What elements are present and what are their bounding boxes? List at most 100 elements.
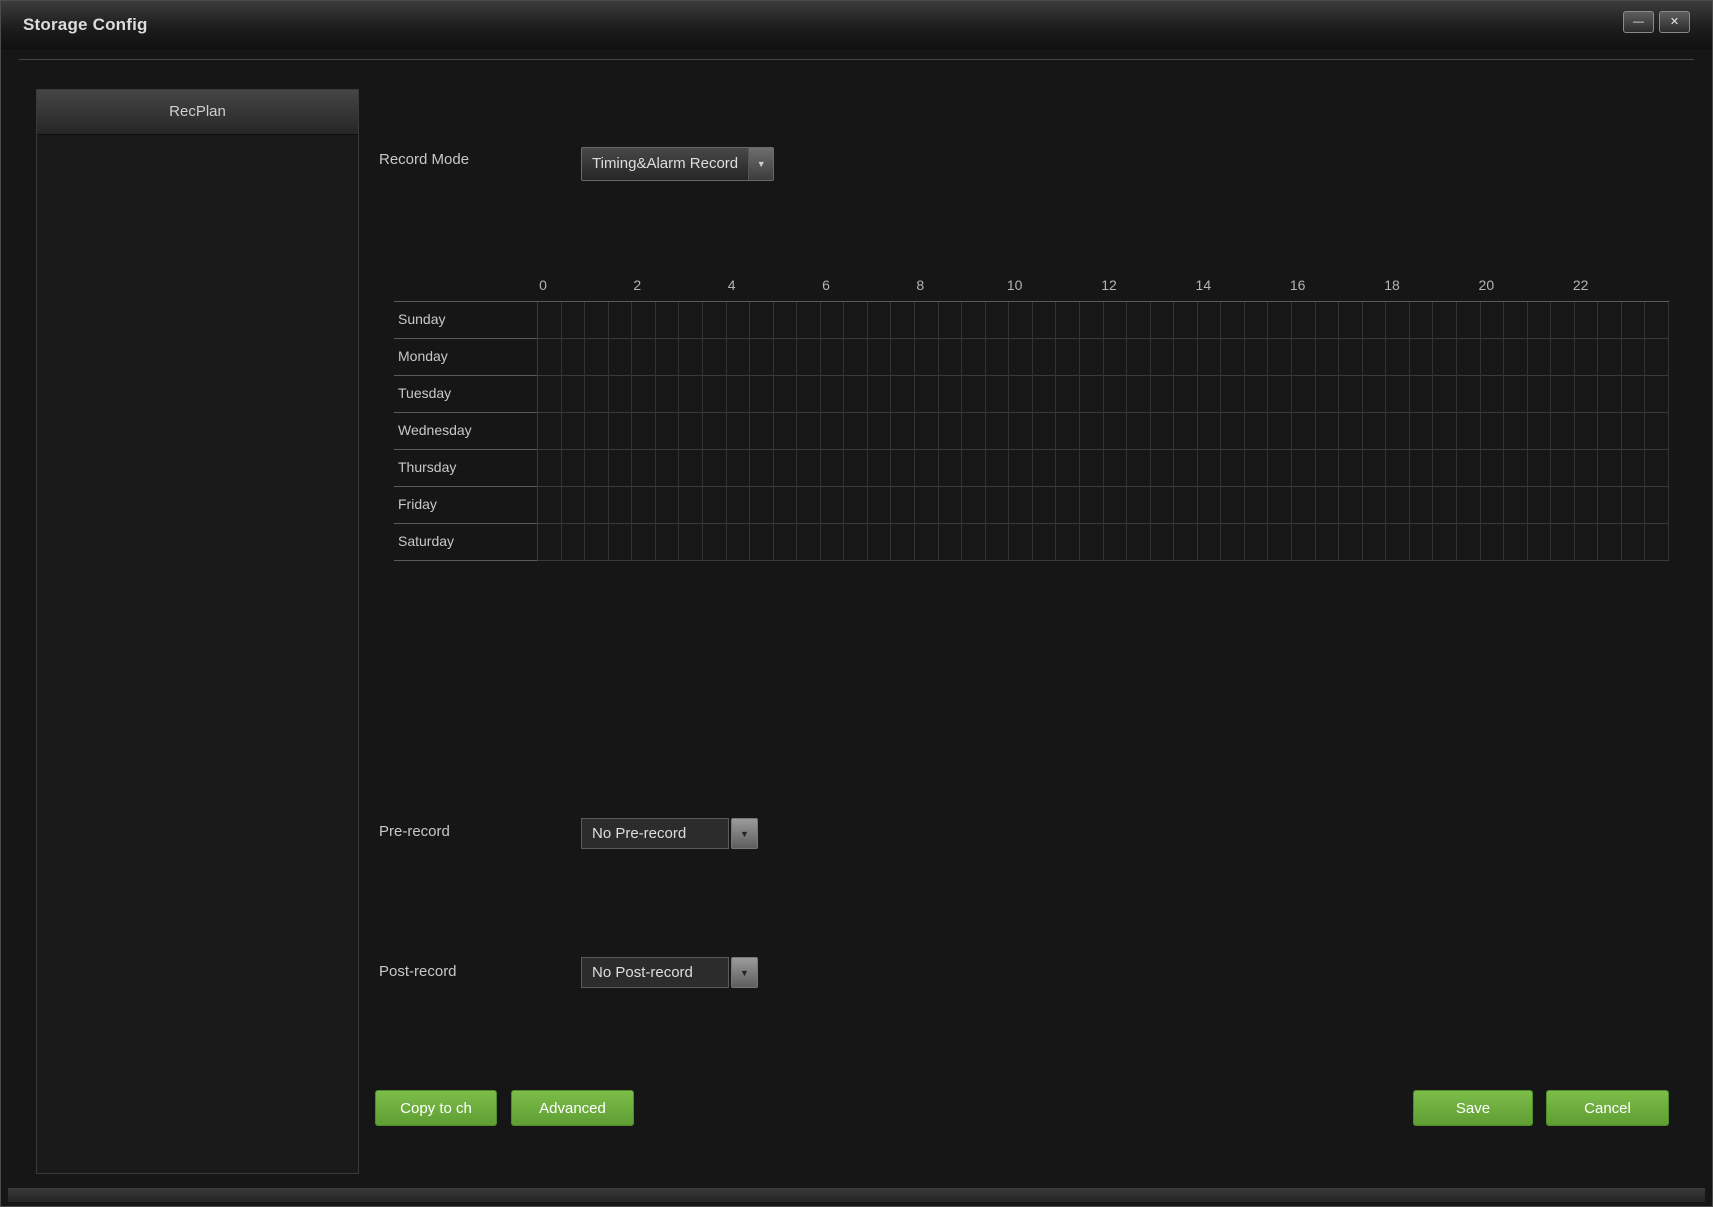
schedule-cell[interactable]: [1386, 339, 1410, 376]
schedule-cell[interactable]: [962, 487, 986, 524]
schedule-cell[interactable]: [986, 376, 1010, 413]
schedule-cell[interactable]: [986, 339, 1010, 376]
schedule-cell[interactable]: [1221, 302, 1245, 339]
schedule-cell[interactable]: [821, 413, 845, 450]
schedule-cell[interactable]: [632, 413, 656, 450]
schedule-cell[interactable]: [1268, 487, 1292, 524]
schedule-cell[interactable]: [1504, 302, 1528, 339]
schedule-cell[interactable]: [844, 339, 868, 376]
schedule-cell[interactable]: [915, 524, 939, 561]
schedule-cell[interactable]: [939, 339, 963, 376]
schedule-cell[interactable]: [1104, 450, 1128, 487]
schedule-cell[interactable]: [703, 339, 727, 376]
schedule-cell[interactable]: [1009, 302, 1033, 339]
schedule-cell[interactable]: [844, 487, 868, 524]
schedule-cell[interactable]: [1221, 413, 1245, 450]
schedule-cell[interactable]: [868, 413, 892, 450]
schedule-cell[interactable]: [1481, 413, 1505, 450]
schedule-cell[interactable]: [1528, 413, 1552, 450]
schedule-cell[interactable]: [1127, 524, 1151, 561]
schedule-cell[interactable]: [939, 524, 963, 561]
schedule-cell[interactable]: [750, 376, 774, 413]
schedule-cell[interactable]: [1386, 487, 1410, 524]
schedule-cell[interactable]: [538, 302, 562, 339]
schedule-cell[interactable]: [868, 376, 892, 413]
schedule-cell[interactable]: [1009, 339, 1033, 376]
schedule-cell[interactable]: [727, 487, 751, 524]
schedule-cell[interactable]: [703, 413, 727, 450]
schedule-cell[interactable]: [891, 524, 915, 561]
schedule-cell[interactable]: [1292, 450, 1316, 487]
schedule-cell[interactable]: [1504, 413, 1528, 450]
schedule-cell[interactable]: [1481, 339, 1505, 376]
schedule-cell[interactable]: [1033, 302, 1057, 339]
schedule-cell[interactable]: [1575, 376, 1599, 413]
schedule-cell[interactable]: [1080, 487, 1104, 524]
schedule-cell[interactable]: [679, 450, 703, 487]
schedule-cell[interactable]: [1457, 302, 1481, 339]
schedule-cell[interactable]: [1033, 376, 1057, 413]
schedule-cell[interactable]: [585, 339, 609, 376]
schedule-cell[interactable]: [1080, 302, 1104, 339]
schedule-cell[interactable]: [1292, 487, 1316, 524]
schedule-cell[interactable]: [774, 302, 798, 339]
schedule-cell[interactable]: [962, 339, 986, 376]
schedule-cell[interactable]: [1575, 413, 1599, 450]
schedule-cell[interactable]: [1268, 450, 1292, 487]
schedule-cell[interactable]: [1174, 450, 1198, 487]
schedule-cell[interactable]: [1410, 487, 1434, 524]
schedule-cell[interactable]: [1528, 487, 1552, 524]
schedule-cell[interactable]: [1104, 302, 1128, 339]
schedule-cell[interactable]: [1645, 487, 1669, 524]
schedule-cell[interactable]: [609, 413, 633, 450]
schedule-cell[interactable]: [727, 302, 751, 339]
schedule-cell[interactable]: [1504, 376, 1528, 413]
schedule-cell[interactable]: [1316, 450, 1340, 487]
schedule-cell[interactable]: [1339, 524, 1363, 561]
schedule-cell[interactable]: [1410, 450, 1434, 487]
schedule-cell[interactable]: [1127, 376, 1151, 413]
schedule-cell[interactable]: [1292, 524, 1316, 561]
schedule-cell[interactable]: [1245, 487, 1269, 524]
schedule-cell[interactable]: [868, 450, 892, 487]
schedule-cell[interactable]: [1316, 524, 1340, 561]
schedule-cell[interactable]: [585, 487, 609, 524]
schedule-cell[interactable]: [1009, 524, 1033, 561]
schedule-cell[interactable]: [774, 376, 798, 413]
schedule-cell[interactable]: [1645, 413, 1669, 450]
schedule-cell[interactable]: [679, 339, 703, 376]
schedule-cell[interactable]: [1316, 376, 1340, 413]
schedule-cell[interactable]: [1457, 376, 1481, 413]
schedule-cell[interactable]: [1221, 450, 1245, 487]
schedule-cell[interactable]: [703, 450, 727, 487]
schedule-cell[interactable]: [1151, 450, 1175, 487]
pre-record-select[interactable]: No Pre-record ▼: [581, 818, 758, 849]
schedule-cell[interactable]: [962, 413, 986, 450]
schedule-cell[interactable]: [821, 450, 845, 487]
schedule-cell[interactable]: [750, 487, 774, 524]
schedule-cell[interactable]: [1104, 524, 1128, 561]
schedule-cell[interactable]: [1363, 302, 1387, 339]
schedule-cell[interactable]: [562, 339, 586, 376]
schedule-cell[interactable]: [1528, 302, 1552, 339]
schedule-cell[interactable]: [1174, 376, 1198, 413]
schedule-cell[interactable]: [915, 376, 939, 413]
schedule-cell[interactable]: [1316, 487, 1340, 524]
schedule-cell[interactable]: [1268, 524, 1292, 561]
schedule-cell[interactable]: [727, 413, 751, 450]
schedule-cell[interactable]: [891, 376, 915, 413]
copy-to-ch-button[interactable]: Copy to ch: [375, 1090, 497, 1126]
schedule-cell[interactable]: [1033, 450, 1057, 487]
schedule-cell[interactable]: [1551, 450, 1575, 487]
schedule-cell[interactable]: [1268, 339, 1292, 376]
schedule-cell[interactable]: [1151, 302, 1175, 339]
schedule-cell[interactable]: [1268, 302, 1292, 339]
schedule-cell[interactable]: [1056, 524, 1080, 561]
schedule-cell[interactable]: [1127, 302, 1151, 339]
schedule-cell[interactable]: [609, 524, 633, 561]
chevron-down-icon[interactable]: ▼: [731, 818, 758, 849]
schedule-cell[interactable]: [656, 413, 680, 450]
schedule-cell[interactable]: [585, 376, 609, 413]
schedule-cell[interactable]: [679, 302, 703, 339]
schedule-cell[interactable]: [1598, 302, 1622, 339]
